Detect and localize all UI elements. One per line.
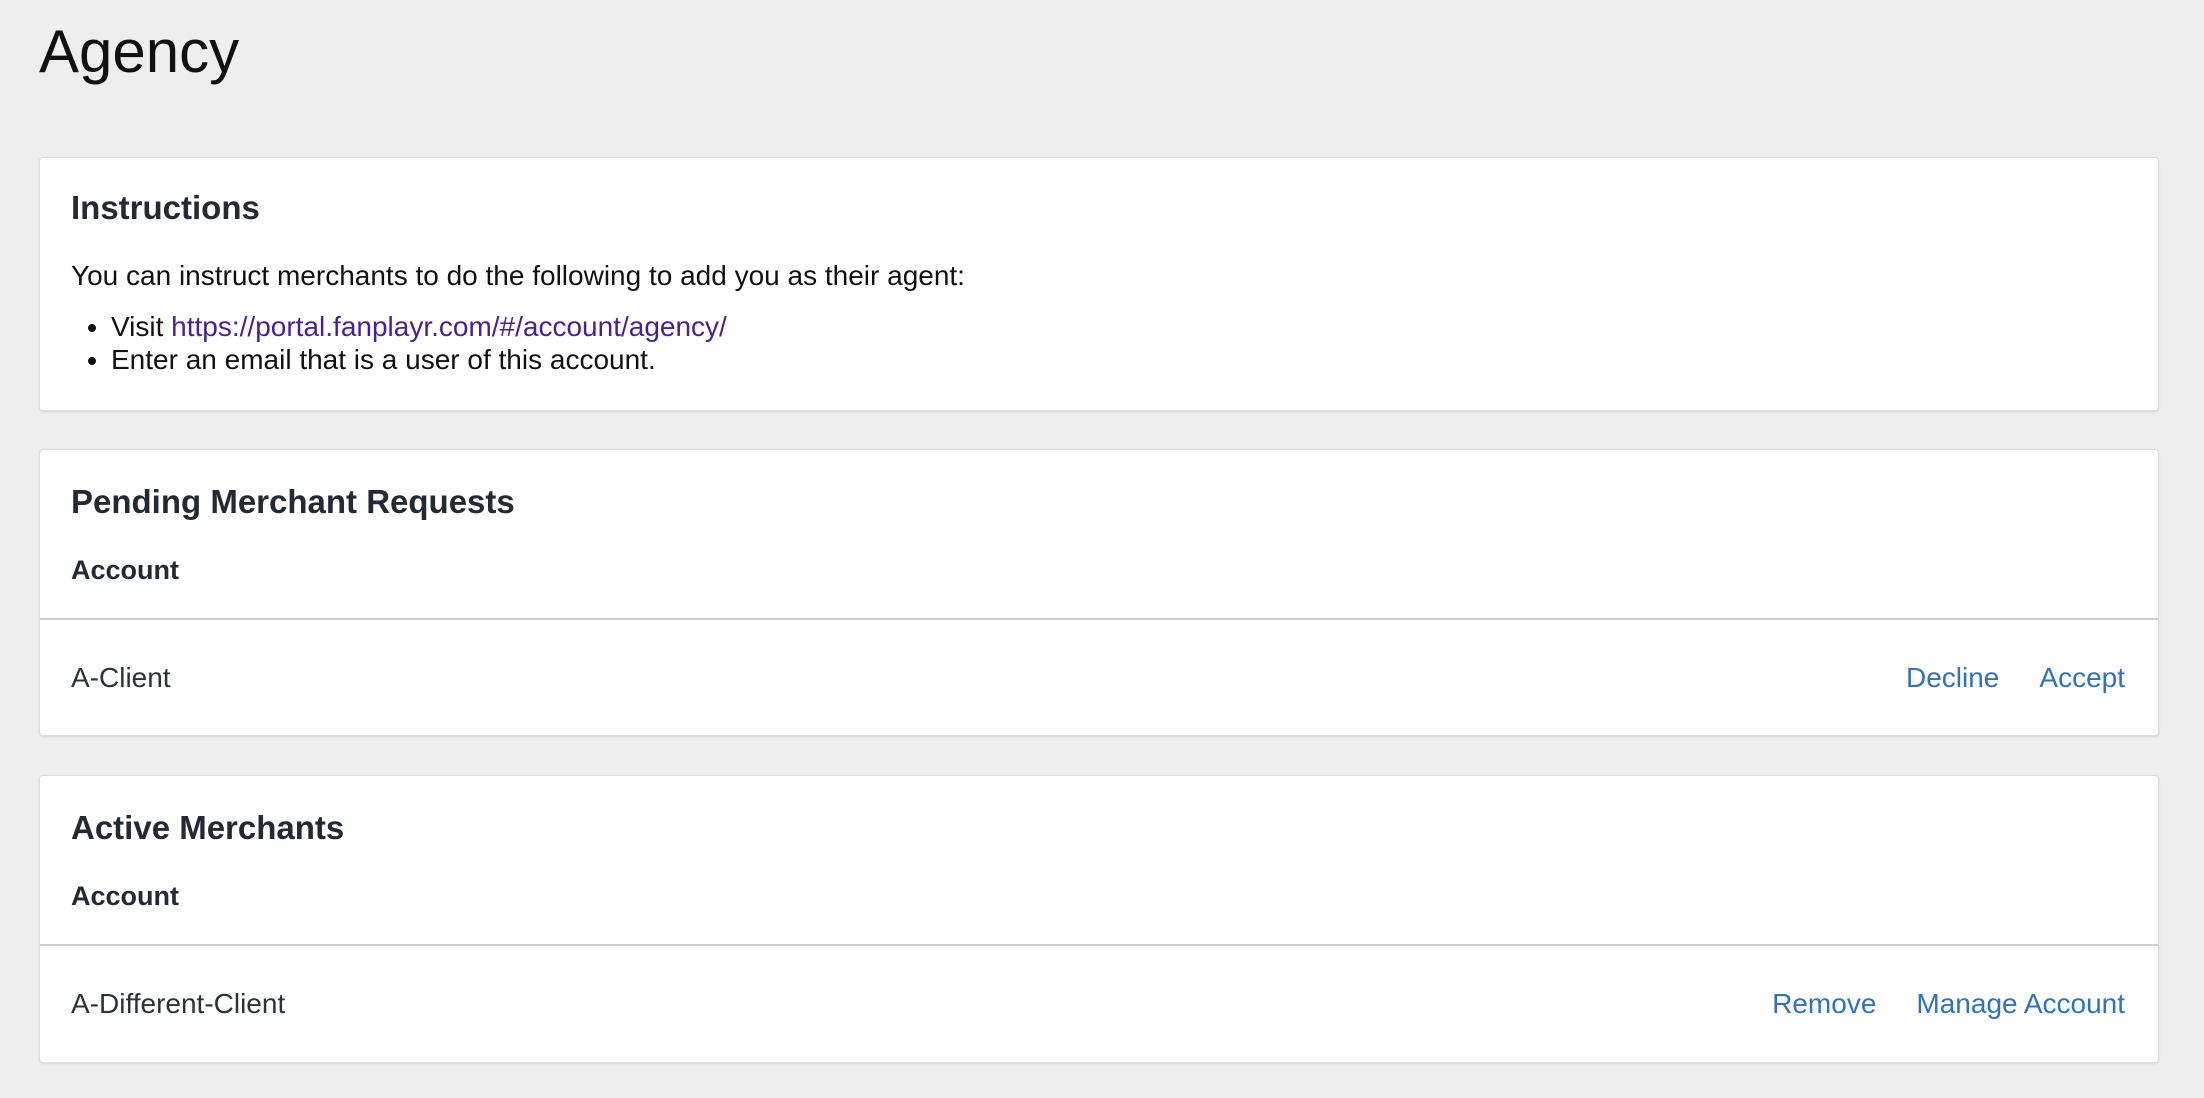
instructions-step-visit: Visit https://portal.fanplayr.com/#/acco… xyxy=(111,310,727,343)
decline-button[interactable]: Decline xyxy=(1906,660,1999,696)
remove-button[interactable]: Remove xyxy=(1772,986,1876,1022)
instructions-step-email: Enter an email that is a user of this ac… xyxy=(111,343,727,376)
pending-account-column-header: Account xyxy=(71,555,179,585)
page-title: Agency xyxy=(39,18,240,85)
active-account-column-header: Account xyxy=(71,881,179,911)
instructions-title: Instructions xyxy=(71,189,260,226)
pending-requests-title: Pending Merchant Requests xyxy=(71,483,515,520)
manage-account-button[interactable]: Manage Account xyxy=(1916,986,2125,1022)
instructions-intro: You can instruct merchants to do the fol… xyxy=(71,260,965,291)
pending-requests-card: Pending Merchant Requests Account A-Clie… xyxy=(39,449,2159,736)
pending-row-actions: Decline Accept xyxy=(1906,620,2125,736)
active-merchants-card: Active Merchants Account A-Different-Cli… xyxy=(39,775,2159,1063)
active-account-name: A-Different-Client xyxy=(71,988,286,1019)
active-row-actions: Remove Manage Account xyxy=(1772,946,2125,1062)
active-merchants-title: Active Merchants xyxy=(71,809,345,846)
accept-button[interactable]: Accept xyxy=(2039,660,2125,696)
pending-account-name: A-Client xyxy=(71,662,171,693)
table-row: A-Different-Client Remove Manage Account xyxy=(40,946,2158,1062)
table-row: A-Client Decline Accept xyxy=(40,620,2158,736)
instructions-step-visit-prefix: Visit xyxy=(111,311,172,342)
instructions-card: Instructions You can instruct merchants … xyxy=(39,157,2159,411)
instructions-list: Visit https://portal.fanplayr.com/#/acco… xyxy=(71,310,727,376)
agency-portal-link[interactable]: https://portal.fanplayr.com/#/account/ag… xyxy=(171,311,727,342)
